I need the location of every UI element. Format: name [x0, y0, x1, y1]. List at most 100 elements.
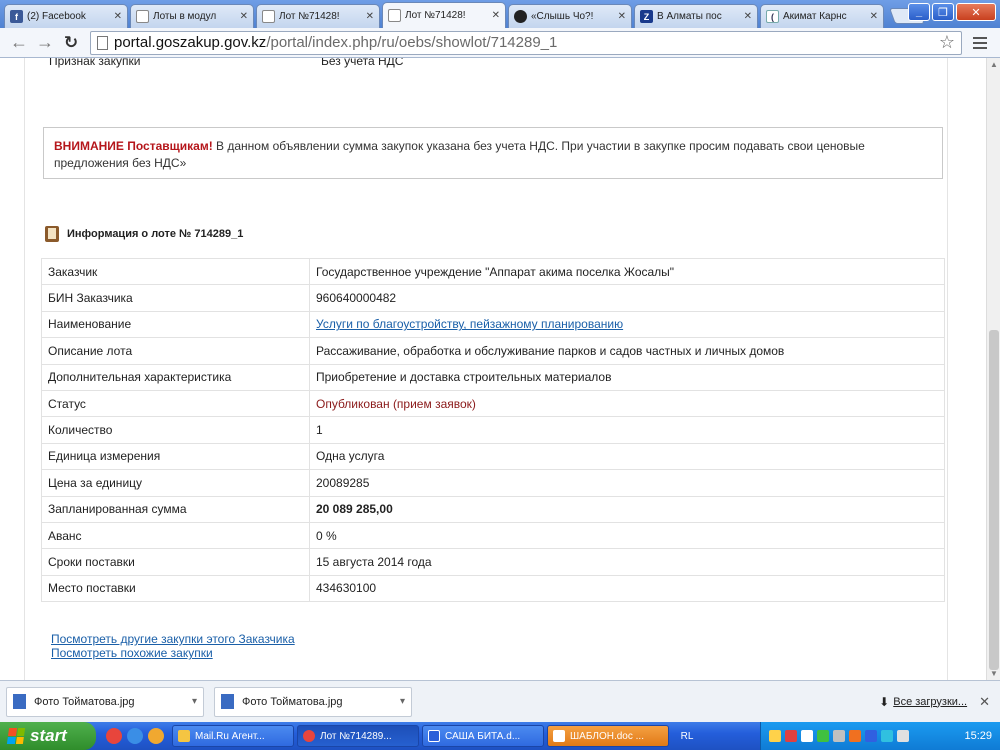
tab-akimat[interactable]: ( Акимат Карнс ✕ — [760, 4, 884, 28]
clipboard-icon — [45, 226, 59, 242]
purchase-attribute-label: Признак закупки — [49, 58, 141, 68]
start-button[interactable]: start — [0, 722, 96, 750]
page-icon — [97, 35, 108, 50]
language-indicator[interactable]: RL — [672, 725, 702, 747]
close-icon[interactable]: ✕ — [366, 11, 374, 22]
maximize-button[interactable]: ❐ — [932, 3, 954, 21]
taskbar-word-shablon[interactable]: ШАБЛОН.doc ... — [547, 725, 669, 747]
z-icon: Z — [640, 10, 653, 23]
tray-icon[interactable] — [849, 730, 861, 742]
tray-icon[interactable] — [801, 730, 813, 742]
page-icon — [388, 9, 401, 22]
chevron-down-icon[interactable]: ▾ — [192, 696, 197, 707]
lot-info-heading: Информация о лоте № 714289_1 — [45, 226, 243, 242]
similar-purchases-link[interactable]: Посмотреть похожие закупки — [51, 646, 295, 660]
purchase-attribute-row: Признак закупки Без учета НДС — [43, 58, 943, 70]
row-label: Наименование — [41, 310, 310, 339]
row-label: Единица измерения — [41, 442, 310, 471]
network-icon[interactable] — [881, 730, 893, 742]
taskbar-label: Mail.Ru Агент... — [195, 730, 265, 742]
close-icon[interactable]: ✕ — [979, 694, 990, 710]
lot-info-title: Информация о лоте № 714289_1 — [67, 228, 244, 240]
tray-icon[interactable] — [833, 730, 845, 742]
page-icon — [136, 10, 149, 23]
address-bar[interactable]: portal.goszakup.gov.kz/portal/index.php/… — [90, 30, 962, 55]
tray-icon[interactable] — [865, 730, 877, 742]
table-row: Статус Опубликован (прием заявок) — [41, 389, 945, 418]
mail-icon[interactable] — [148, 728, 164, 744]
taskbar-mailru-agent[interactable]: Mail.Ru Агент... — [172, 725, 294, 747]
browser-toolbar: ← → ↻ portal.goszakup.gov.kz/portal/inde… — [0, 28, 1000, 58]
crescent-icon: ( — [766, 10, 779, 23]
reload-button[interactable]: ↻ — [60, 32, 82, 54]
page-viewport: Признак закупки Без учета НДС ВНИМАНИЕ П… — [0, 58, 1000, 680]
download-item[interactable]: Фото Тойматова.jpg ▾ — [6, 686, 204, 717]
scrollbar-thumb[interactable] — [989, 330, 999, 670]
facebook-icon: f — [10, 10, 23, 23]
row-label: Сроки поставки — [41, 548, 310, 576]
row-value: 1 — [309, 416, 945, 444]
table-row: Единица измерения Одна услуга — [41, 442, 945, 471]
ie-icon[interactable] — [127, 728, 143, 744]
menu-button[interactable] — [968, 32, 992, 54]
tab-almaty[interactable]: Z В Алматы пос ✕ — [634, 4, 758, 28]
taskbar-chrome-lot[interactable]: Лот №714289... — [297, 725, 419, 747]
word-icon — [428, 730, 440, 742]
row-value: 0 % — [309, 521, 945, 550]
status-value: Опубликован (прием заявок) — [309, 389, 945, 418]
close-icon[interactable]: ✕ — [114, 11, 122, 22]
image-file-icon — [13, 694, 26, 709]
other-purchases-link[interactable]: Посмотреть другие закупки этого Заказчик… — [51, 632, 295, 646]
scroll-down-icon[interactable]: ▼ — [989, 669, 999, 678]
chrome-icon[interactable] — [106, 728, 122, 744]
taskbar-word-sasha[interactable]: САША БИТА.d... — [422, 725, 544, 747]
service-name-link[interactable]: Услуги по благоустройству, пейзажному пл… — [316, 317, 623, 331]
download-item[interactable]: Фото Тойматова.jpg ▾ — [214, 686, 412, 717]
table-row: Цена за единицу 20089285 — [41, 469, 945, 497]
system-tray: 15:29 — [760, 722, 1000, 750]
planned-amount-value: 20 089 285,00 — [309, 495, 945, 523]
taskbar-label: Лот №714289... — [320, 730, 392, 742]
quick-launch — [106, 728, 164, 744]
table-row: Аванс 0 % — [41, 521, 945, 550]
tab-lot-1[interactable]: Лот №71428! ✕ — [256, 4, 380, 28]
minimize-button[interactable]: _ — [908, 3, 930, 21]
tab-facebook[interactable]: f (2) Facebook ✕ — [4, 4, 128, 28]
row-label: Запланированная сумма — [41, 495, 310, 523]
tab-lot-active[interactable]: Лот №71428! ✕ — [382, 2, 506, 28]
all-downloads-link[interactable]: Все загрузки... — [893, 696, 967, 708]
notice-warning: ВНИМАНИЕ Поставщикам! — [54, 139, 213, 153]
scroll-up-icon[interactable]: ▲ — [989, 60, 999, 69]
tab-lots-module[interactable]: Лоты в модул ✕ — [130, 4, 254, 28]
row-value: Приобретение и доставка строительных мат… — [309, 363, 945, 391]
volume-icon[interactable] — [897, 730, 909, 742]
back-button[interactable]: ← — [8, 32, 30, 54]
vertical-scrollbar[interactable]: ▲ ▼ — [986, 58, 1000, 680]
row-label: Количество — [41, 416, 310, 444]
download-shelf: Фото Тойматова.jpg ▾ Фото Тойматова.jpg … — [0, 680, 1000, 722]
close-icon[interactable]: ✕ — [240, 11, 248, 22]
row-label: Цена за единицу — [41, 469, 310, 497]
window-controls: _ ❐ ✕ — [908, 3, 996, 21]
tab-label: (2) Facebook — [27, 11, 86, 22]
tab-strip: f (2) Facebook ✕ Лоты в модул ✕ Лот №714… — [0, 0, 1000, 28]
tab-label: Лоты в модул — [153, 11, 217, 22]
tray-icon[interactable] — [785, 730, 797, 742]
row-label: Аванс — [41, 521, 310, 550]
tray-icon[interactable] — [769, 730, 781, 742]
download-arrow-icon: ⬇ — [879, 694, 890, 709]
forward-button[interactable]: → — [34, 32, 56, 54]
row-value: 434630100 — [309, 574, 945, 603]
row-label: Дополнительная характеристика — [41, 363, 310, 391]
close-icon[interactable]: ✕ — [744, 11, 752, 22]
close-icon[interactable]: ✕ — [870, 11, 878, 22]
close-icon[interactable]: ✕ — [618, 11, 626, 22]
tab-label: В Алматы пос — [657, 11, 722, 22]
mailru-icon — [178, 730, 190, 742]
chevron-down-icon[interactable]: ▾ — [400, 696, 405, 707]
close-window-button[interactable]: ✕ — [956, 3, 996, 21]
tray-icon[interactable] — [817, 730, 829, 742]
tab-slysh-cho[interactable]: «Слышь Чо?! ✕ — [508, 4, 632, 28]
bookmark-star-icon[interactable]: ☆ — [939, 32, 955, 53]
close-icon[interactable]: ✕ — [492, 10, 500, 21]
